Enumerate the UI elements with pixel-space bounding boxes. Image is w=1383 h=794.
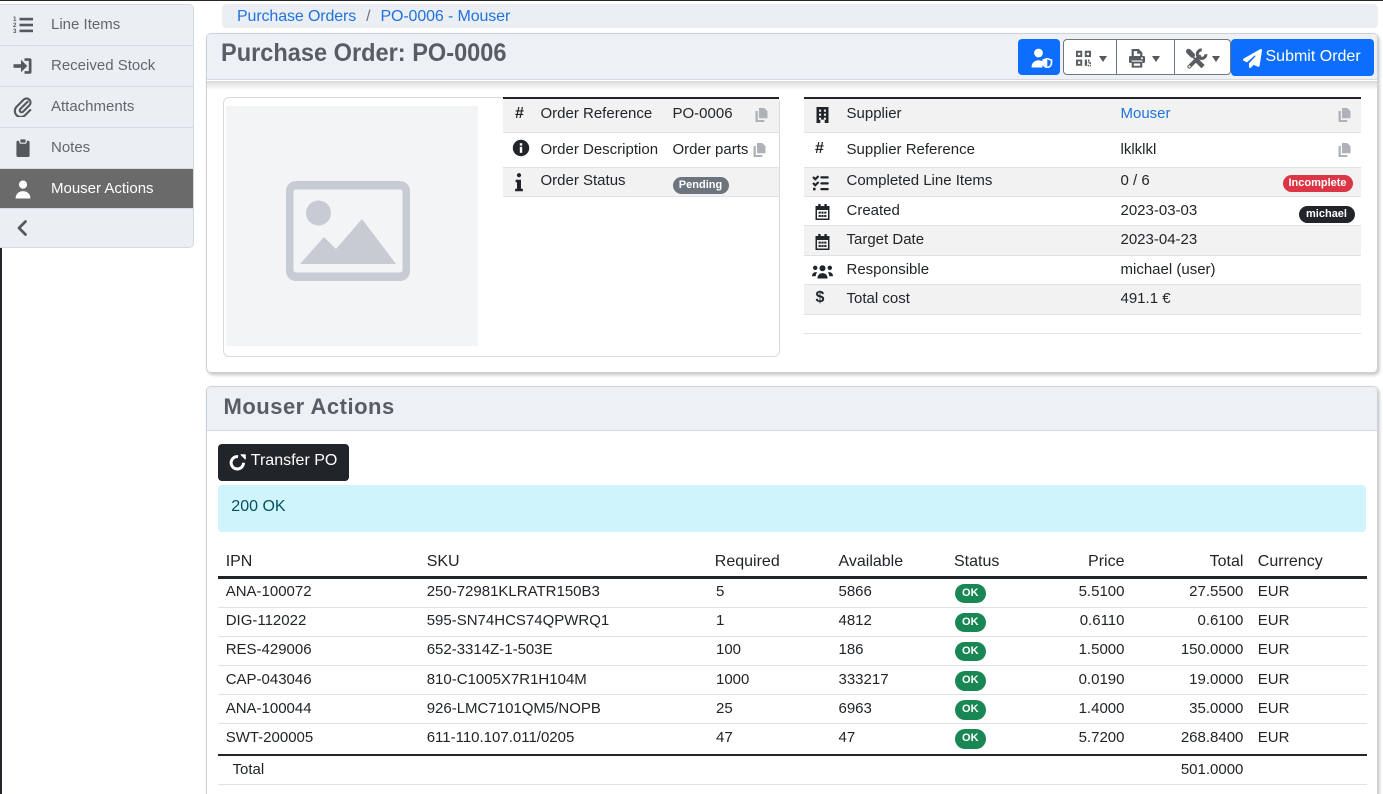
svg-text:3: 3 xyxy=(13,28,17,35)
